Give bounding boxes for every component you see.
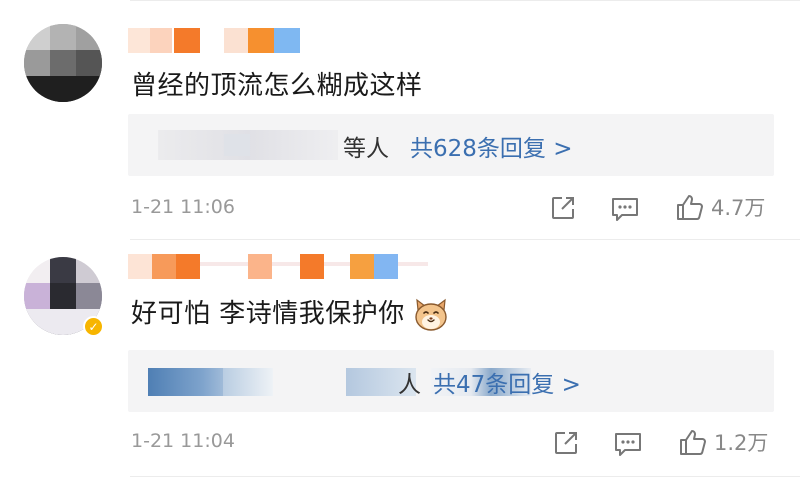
- comment-item: 曾经的顶流怎么糊成这样 等人 共628条回复 > 1-21 11:06 4.7万: [0, 0, 800, 240]
- share-icon: [552, 197, 574, 219]
- timestamp: 1-21 11:04: [131, 430, 235, 452]
- avatar[interactable]: [24, 24, 102, 102]
- verified-badge-icon: ✓: [83, 316, 104, 337]
- username-mosaic[interactable]: [128, 28, 308, 53]
- like-count: 4.7万: [711, 196, 766, 220]
- comment-text: 好可怕 李诗情我保护你: [131, 293, 449, 332]
- reply-suffix: 人: [398, 372, 421, 398]
- comment-item: ✓ 好可怕 李诗情我保护你 人 共47条回复 > 1-21 11:04 1.2万: [0, 240, 800, 477]
- comment-button[interactable]: [611, 196, 639, 222]
- comment-icon: [612, 198, 638, 221]
- reply-preview-box[interactable]: 等人 共628条回复 >: [128, 114, 774, 176]
- like-icon: [677, 195, 703, 220]
- username-mosaic[interactable]: [128, 254, 428, 279]
- like-button[interactable]: 4.7万: [675, 192, 765, 222]
- timestamp: 1-21 11:06: [131, 196, 235, 218]
- reply-count-link[interactable]: 共628条回复 >: [410, 129, 572, 163]
- share-button[interactable]: [550, 195, 576, 221]
- cat-emoji-icon: [415, 298, 447, 331]
- comment-text: 曾经的顶流怎么糊成这样: [131, 71, 423, 101]
- comment-button[interactable]: [614, 431, 642, 457]
- like-count: 1.2万: [714, 431, 769, 455]
- like-icon: [680, 430, 706, 455]
- share-icon: [555, 432, 577, 454]
- comment-icon: [615, 433, 641, 456]
- like-button[interactable]: 1.2万: [678, 427, 768, 457]
- comment-text-content: 好可怕 李诗情我保护你: [131, 299, 405, 329]
- reply-suffix: 等人: [343, 136, 389, 162]
- reply-preview-box[interactable]: 人 共47条回复 >: [128, 350, 774, 412]
- reply-count-link[interactable]: 共47条回复 >: [433, 365, 581, 399]
- share-button[interactable]: [553, 430, 579, 456]
